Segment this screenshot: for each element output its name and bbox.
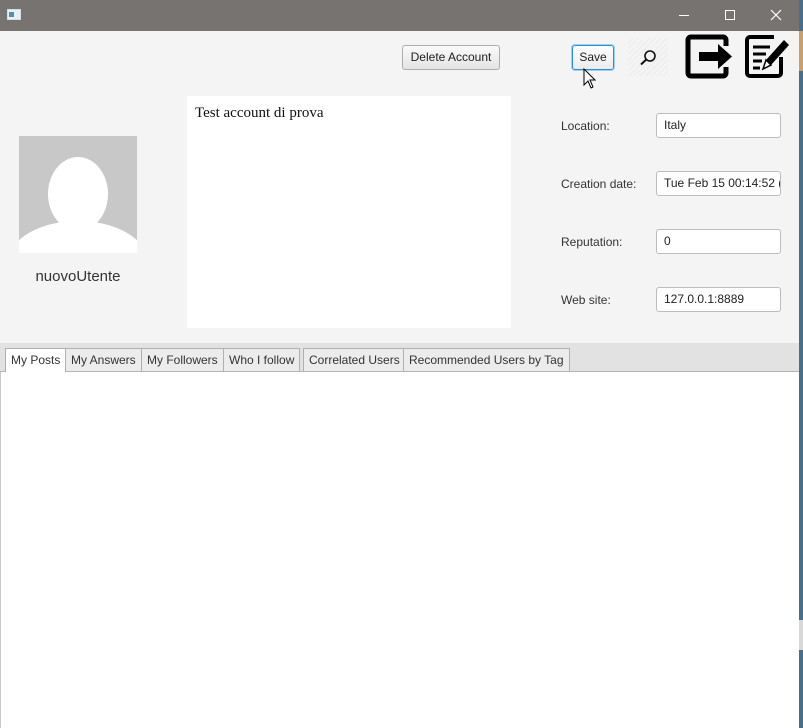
desktop-edge: [799, 0, 803, 728]
tab-content: [0, 372, 799, 728]
location-field[interactable]: Italy: [656, 113, 781, 138]
maximize-icon: [725, 10, 735, 20]
edit-icon: [745, 35, 789, 78]
logout-icon: [685, 34, 732, 79]
bio-text[interactable]: Test account di prova: [187, 96, 511, 328]
website-field[interactable]: 127.0.0.1:8889: [656, 287, 781, 312]
search-button[interactable]: [628, 38, 668, 76]
logout-button[interactable]: [685, 33, 734, 80]
search-icon: [640, 50, 656, 66]
delete-account-button[interactable]: Delete Account: [402, 45, 500, 70]
close-icon: [770, 9, 782, 21]
tab-recommended-users-by-tag[interactable]: Recommended Users by Tag: [403, 348, 570, 371]
website-label: Web site:: [561, 293, 611, 307]
title-bar: [0, 0, 799, 31]
maximize-button[interactable]: [707, 0, 753, 31]
edit-profile-button[interactable]: [744, 33, 791, 80]
close-button[interactable]: [753, 0, 799, 31]
reputation-label: Reputation:: [561, 235, 623, 249]
tab-bar: My Posts My Answers My Followers Who I f…: [0, 343, 799, 372]
avatar: [19, 136, 137, 253]
tab-who-i-follow[interactable]: Who I follow: [223, 348, 301, 371]
location-label: Location:: [561, 119, 610, 133]
minimize-icon: [679, 15, 689, 16]
reputation-field[interactable]: 0: [656, 229, 781, 254]
tab-correlated-users[interactable]: Correlated Users: [303, 348, 406, 371]
save-button[interactable]: Save: [572, 45, 614, 70]
minimize-button[interactable]: [661, 0, 707, 31]
tab-my-posts[interactable]: My Posts: [5, 348, 67, 372]
tab-my-answers[interactable]: My Answers: [65, 348, 142, 371]
username: nuovoUtente: [35, 268, 121, 285]
tab-my-followers[interactable]: My Followers: [141, 348, 224, 371]
mouse-cursor: [583, 67, 597, 93]
creation-date-label: Creation date:: [561, 177, 637, 191]
app-icon: [7, 9, 21, 20]
creation-date-field[interactable]: Tue Feb 15 00:14:52 (: [656, 171, 781, 196]
